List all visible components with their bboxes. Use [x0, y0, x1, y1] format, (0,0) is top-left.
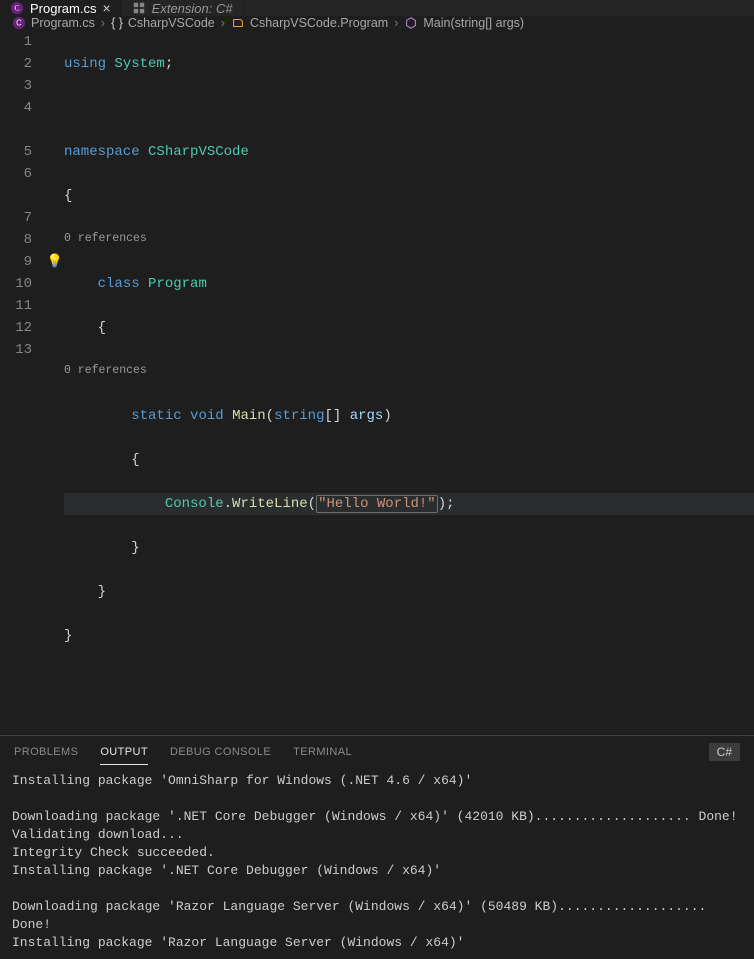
crumb-file[interactable]: C Program.cs	[12, 16, 95, 30]
extension-icon	[132, 1, 146, 15]
tab-extension-csharp[interactable]: Extension: C#	[122, 0, 244, 16]
braces-icon: { }	[111, 16, 123, 30]
crumb-label: CsharpVSCode.Program	[250, 16, 388, 30]
tab-label: Program.cs	[30, 1, 96, 16]
tab-label: Extension: C#	[152, 1, 233, 16]
csharp-file-icon: C	[10, 1, 24, 15]
close-icon[interactable]: ×	[102, 0, 110, 16]
class-icon	[231, 16, 245, 30]
chevron-right-icon: ›	[394, 16, 398, 30]
crumb-method[interactable]: Main(string[] args)	[404, 16, 524, 30]
tab-program-cs[interactable]: C Program.cs ×	[0, 0, 122, 16]
crumb-label: Main(string[] args)	[423, 16, 524, 30]
panel-tab-bar: PROBLEMS OUTPUT DEBUG CONSOLE TERMINAL C…	[0, 736, 754, 768]
lightbulb-icon[interactable]: 💡	[47, 251, 63, 273]
tab-debug-console[interactable]: DEBUG CONSOLE	[170, 740, 271, 764]
line-gutter: 1 2 3 4 5 6 7 8 9 10 11 12 13	[0, 31, 46, 735]
tab-bar: C Program.cs × Extension: C#	[0, 0, 754, 16]
svg-text:C: C	[14, 4, 19, 13]
csharp-file-icon: C	[12, 16, 26, 30]
chevron-right-icon: ›	[221, 16, 225, 30]
breadcrumb: C Program.cs › { } CsharpVSCode › Csharp…	[0, 16, 754, 31]
method-icon	[404, 16, 418, 30]
chevron-right-icon: ›	[101, 16, 105, 30]
glyph-margin: 💡	[46, 31, 64, 735]
tab-terminal[interactable]: TERMINAL	[293, 740, 352, 764]
tab-problems[interactable]: PROBLEMS	[14, 740, 78, 764]
editor[interactable]: 1 2 3 4 5 6 7 8 9 10 11 12 13 💡 using Sy…	[0, 31, 754, 735]
tab-output[interactable]: OUTPUT	[100, 740, 148, 765]
output-channel-selector[interactable]: C#	[709, 743, 740, 761]
codelens-references[interactable]: 0 references	[64, 361, 754, 383]
codelens-references[interactable]: 0 references	[64, 229, 754, 251]
crumb-label: CsharpVSCode	[128, 16, 215, 30]
code-content[interactable]: using System; namespace CSharpVSCode { 0…	[64, 31, 754, 735]
crumb-class[interactable]: CsharpVSCode.Program	[231, 16, 388, 30]
bottom-panel: PROBLEMS OUTPUT DEBUG CONSOLE TERMINAL C…	[0, 735, 754, 959]
svg-text:C: C	[16, 19, 22, 28]
crumb-namespace[interactable]: { } CsharpVSCode	[111, 16, 215, 30]
output-content[interactable]: Installing package 'OmniSharp for Window…	[0, 768, 754, 959]
crumb-label: Program.cs	[31, 16, 95, 30]
